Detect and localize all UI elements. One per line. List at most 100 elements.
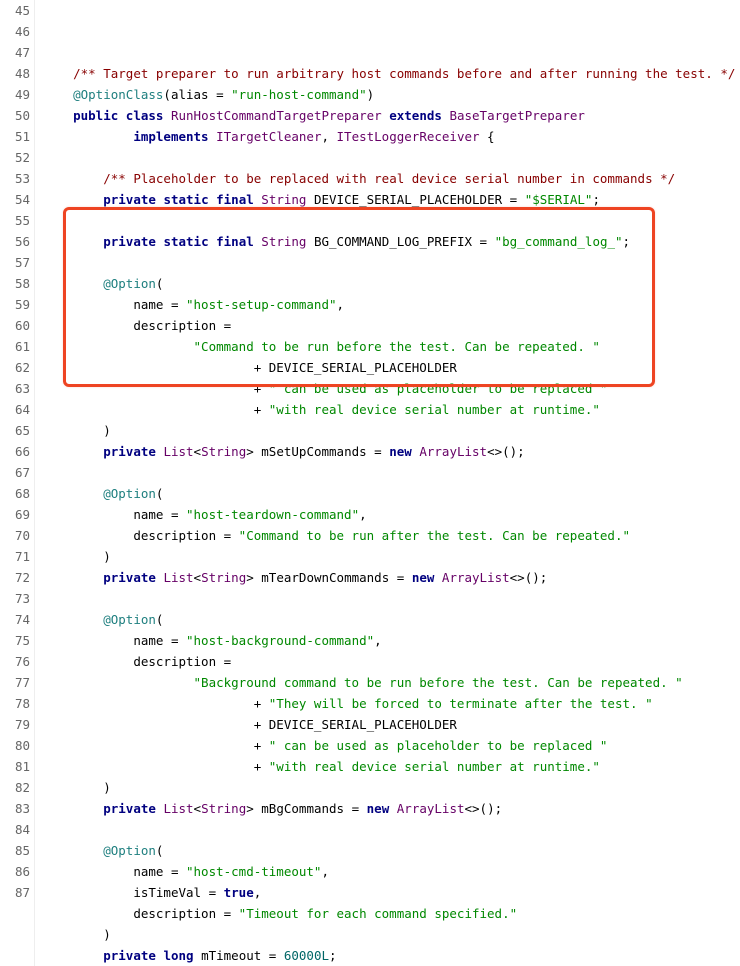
line-number: 51 <box>0 126 30 147</box>
code-token: List <box>163 570 193 585</box>
code-line[interactable]: description = "Timeout for each command … <box>43 903 740 924</box>
code-token: "Background command to be run before the… <box>194 675 683 690</box>
line-number: 84 <box>0 819 30 840</box>
code-token: , <box>254 885 262 900</box>
code-token: name = <box>133 633 186 648</box>
line-number: 83 <box>0 798 30 819</box>
code-line[interactable] <box>43 252 740 273</box>
code-line[interactable]: isTimeVal = true, <box>43 882 740 903</box>
code-token: < <box>194 801 202 816</box>
code-line[interactable]: private static final String BG_COMMAND_L… <box>43 231 740 252</box>
code-token: static <box>163 192 208 207</box>
code-token: ) <box>103 927 111 942</box>
code-line[interactable]: + " can be used as placeholder to be rep… <box>43 735 740 756</box>
code-token: "host-setup-command" <box>186 297 337 312</box>
line-number: 60 <box>0 315 30 336</box>
code-token: + <box>254 402 269 417</box>
code-line[interactable]: name = "host-setup-command", <box>43 294 740 315</box>
code-line[interactable]: @Option( <box>43 609 740 630</box>
code-line[interactable] <box>43 819 740 840</box>
code-token: private <box>103 948 156 963</box>
code-line[interactable]: + " can be used as placeholder to be rep… <box>43 378 740 399</box>
code-token: final <box>216 192 254 207</box>
code-line[interactable] <box>43 462 740 483</box>
code-line[interactable]: @Option( <box>43 483 740 504</box>
code-line[interactable]: + "They will be forced to terminate afte… <box>43 693 740 714</box>
code-line[interactable]: private List<String> mBgCommands = new A… <box>43 798 740 819</box>
code-line[interactable]: @Option( <box>43 840 740 861</box>
code-token: DEVICE_SERIAL_PLACEHOLDER = <box>306 192 524 207</box>
code-line[interactable]: name = "host-background-command", <box>43 630 740 651</box>
code-token: isTimeVal = <box>133 885 223 900</box>
code-line[interactable]: + DEVICE_SERIAL_PLACEHOLDER <box>43 357 740 378</box>
line-number: 67 <box>0 462 30 483</box>
code-token: new <box>412 570 435 585</box>
code-token: <>(); <box>465 801 503 816</box>
line-number: 53 <box>0 168 30 189</box>
line-number: 68 <box>0 483 30 504</box>
code-line[interactable]: description = <box>43 315 740 336</box>
line-number: 62 <box>0 357 30 378</box>
code-token: ArrayList <box>442 570 510 585</box>
code-token: + DEVICE_SERIAL_PLACEHOLDER <box>254 360 457 375</box>
code-token: "run-host-command" <box>231 87 366 102</box>
code-token: , <box>374 633 382 648</box>
code-line[interactable] <box>43 588 740 609</box>
code-line[interactable]: + "with real device serial number at run… <box>43 756 740 777</box>
line-number: 70 <box>0 525 30 546</box>
code-line[interactable]: @Option( <box>43 273 740 294</box>
code-token: ( <box>156 612 164 627</box>
code-token: < <box>194 570 202 585</box>
line-number: 46 <box>0 21 30 42</box>
code-line[interactable]: private static final String DEVICE_SERIA… <box>43 189 740 210</box>
code-token: <>(); <box>510 570 548 585</box>
code-line[interactable]: @OptionClass(alias = "run-host-command") <box>43 84 740 105</box>
code-line[interactable]: description = <box>43 651 740 672</box>
code-line[interactable]: "Command to be run before the test. Can … <box>43 336 740 357</box>
code-token: ) <box>103 549 111 564</box>
code-line[interactable]: private List<String> mTearDownCommands =… <box>43 567 740 588</box>
code-token: ArrayList <box>397 801 465 816</box>
code-token: private <box>103 801 156 816</box>
line-number: 87 <box>0 882 30 903</box>
code-token <box>209 129 217 144</box>
code-line[interactable]: implements ITargetCleaner, ITestLoggerRe… <box>43 126 740 147</box>
code-line[interactable] <box>43 147 740 168</box>
code-line[interactable]: ) <box>43 420 740 441</box>
code-line[interactable]: private List<String> mSetUpCommands = ne… <box>43 441 740 462</box>
code-line[interactable]: /** Target preparer to run arbitrary hos… <box>43 63 740 84</box>
code-token: " can be used as placeholder to be repla… <box>269 738 608 753</box>
code-token: /** Target preparer to run arbitrary hos… <box>73 66 735 81</box>
line-number: 78 <box>0 693 30 714</box>
code-line[interactable]: /** Placeholder to be replaced with real… <box>43 168 740 189</box>
code-area[interactable]: /** Target preparer to run arbitrary hos… <box>35 0 740 966</box>
code-token: ( <box>156 486 164 501</box>
code-token: description = <box>133 318 231 333</box>
line-number: 66 <box>0 441 30 462</box>
code-token: "Command to be run before the test. Can … <box>194 339 600 354</box>
code-line[interactable]: name = "host-teardown-command", <box>43 504 740 525</box>
code-token: new <box>389 444 412 459</box>
code-token: (alias = <box>163 87 231 102</box>
code-line[interactable]: + "with real device serial number at run… <box>43 399 740 420</box>
code-token: implements <box>133 129 208 144</box>
code-token: + DEVICE_SERIAL_PLACEHOLDER <box>254 717 457 732</box>
code-line[interactable]: private long mTimeout = 60000L; <box>43 945 740 966</box>
code-token: "They will be forced to terminate after … <box>269 696 653 711</box>
code-line[interactable]: ) <box>43 777 740 798</box>
code-token: @Option <box>103 486 156 501</box>
code-token: new <box>367 801 390 816</box>
code-line[interactable]: name = "host-cmd-timeout", <box>43 861 740 882</box>
line-number: 76 <box>0 651 30 672</box>
line-number: 74 <box>0 609 30 630</box>
code-line[interactable] <box>43 210 740 231</box>
code-line[interactable]: "Background command to be run before the… <box>43 672 740 693</box>
code-line[interactable]: description = "Command to be run after t… <box>43 525 740 546</box>
code-token: ; <box>329 948 337 963</box>
code-line[interactable]: ) <box>43 546 740 567</box>
code-line[interactable]: public class RunHostCommandTargetPrepare… <box>43 105 740 126</box>
code-line[interactable]: + DEVICE_SERIAL_PLACEHOLDER <box>43 714 740 735</box>
code-line[interactable]: ) <box>43 924 740 945</box>
code-token: @OptionClass <box>73 87 163 102</box>
line-number: 50 <box>0 105 30 126</box>
